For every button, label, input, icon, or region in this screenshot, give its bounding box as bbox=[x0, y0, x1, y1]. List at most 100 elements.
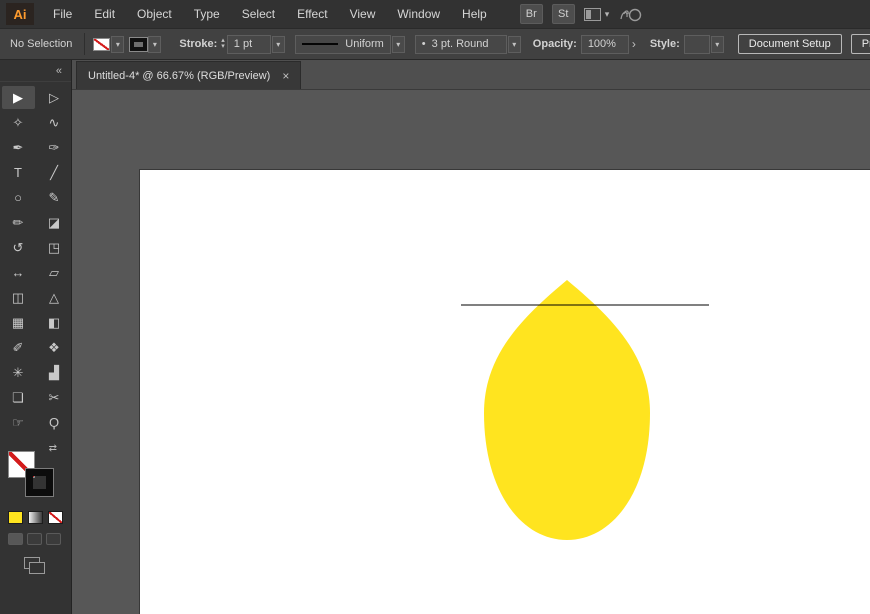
pen-tool[interactable]: ✒ bbox=[2, 136, 35, 159]
menu-effect[interactable]: Effect bbox=[286, 0, 338, 28]
chevron-down-icon: ▾ bbox=[604, 8, 610, 19]
direct-selection-tool[interactable]: ▷ bbox=[38, 86, 71, 109]
width-tool[interactable]: ↔ bbox=[2, 261, 35, 284]
close-tab-icon[interactable]: × bbox=[282, 69, 289, 83]
canvas-area[interactable] bbox=[72, 90, 870, 614]
eyedropper-tool[interactable]: ✐ bbox=[2, 336, 35, 359]
hand-tool[interactable]: ☞ bbox=[2, 411, 35, 434]
menu-edit[interactable]: Edit bbox=[83, 0, 126, 28]
opacity-field[interactable]: 100% bbox=[580, 34, 629, 54]
none-button[interactable] bbox=[48, 511, 63, 524]
type-tool[interactable]: T bbox=[2, 161, 35, 184]
screen-mode-button[interactable] bbox=[24, 557, 45, 574]
draw-inside-button[interactable] bbox=[46, 533, 61, 545]
symbol-sprayer-tool[interactable]: ✳ bbox=[2, 361, 35, 384]
stroke-weight-dropdown[interactable]: ▾ bbox=[271, 35, 285, 53]
gradient-button[interactable] bbox=[28, 511, 43, 524]
fill-stroke-indicator: ⇄ bbox=[8, 443, 71, 501]
brush-definition-dropdown[interactable]: ▾ bbox=[507, 35, 521, 53]
menubar-right-cluster: Br St ▾ bbox=[519, 4, 643, 24]
brush-definition-field[interactable]: • 3 pt. Round bbox=[414, 34, 507, 54]
yellow-leaf-shape[interactable] bbox=[484, 280, 650, 540]
style-dropdown[interactable]: ▾ bbox=[710, 35, 724, 53]
menu-file[interactable]: File bbox=[42, 0, 83, 28]
color-button[interactable] bbox=[8, 511, 23, 524]
shape-builder-tool[interactable]: ◫ bbox=[2, 286, 35, 309]
stroke-color-dropdown[interactable]: ▾ bbox=[129, 35, 162, 53]
menu-window[interactable]: Window bbox=[386, 0, 451, 28]
stroke-label: Stroke: bbox=[179, 38, 218, 50]
menu-object[interactable]: Object bbox=[126, 0, 183, 28]
toolbar-collapse-row: « bbox=[0, 60, 71, 82]
paintbrush-tool[interactable]: ✎ bbox=[38, 186, 71, 209]
perspective-grid-tool[interactable]: △ bbox=[38, 286, 71, 309]
menu-items: File Edit Object Type Select Effect View Window… bbox=[42, 0, 498, 28]
document-tab-strip: Untitled-4* @ 66.67% (RGB/Preview) × bbox=[72, 60, 870, 90]
menu-select[interactable]: Select bbox=[231, 0, 286, 28]
document-tab[interactable]: Untitled-4* @ 66.67% (RGB/Preview) × bbox=[76, 61, 302, 89]
blend-tool[interactable]: ❖ bbox=[38, 336, 71, 359]
swap-fill-stroke-icon[interactable]: ⇄ bbox=[49, 443, 57, 454]
stepper-down-icon[interactable]: ▾ bbox=[221, 43, 225, 50]
free-transform-tool[interactable]: ▱ bbox=[38, 261, 71, 284]
opacity-label: Opacity: bbox=[532, 38, 577, 50]
mesh-tool[interactable]: ▦ bbox=[2, 311, 35, 334]
width-profile-dropdown[interactable]: ▾ bbox=[391, 35, 405, 53]
menu-view[interactable]: View bbox=[339, 0, 387, 28]
ellipse-tool[interactable]: ○ bbox=[2, 186, 35, 209]
rotate-tool[interactable]: ↺ bbox=[2, 236, 35, 259]
scale-tool[interactable]: ◳ bbox=[38, 236, 71, 259]
stroke-weight-value: 1 pt bbox=[233, 38, 253, 50]
stroke-profile-line bbox=[301, 43, 339, 45]
menu-bar: Ai File Edit Object Type Select Effect View Win… bbox=[0, 0, 870, 28]
width-profile-field[interactable]: Uniform bbox=[294, 34, 391, 54]
draw-behind-button[interactable] bbox=[27, 533, 42, 545]
stroke-weight-field[interactable]: 1 pt bbox=[226, 34, 271, 54]
artwork-layer bbox=[461, 280, 709, 540]
main-area: « ▶ ▷ ✧ ∿ ✒ ✑ T ╱ ○ ✎ ✏ ◪ ↺ ◳ ↔ ▱ ◫ △ ▦ ◧ ✐ ❖ ✳ ▟ ❏ ✂ ☞ Ϙ ⇄ Untitle… bbox=[0, 60, 870, 614]
control-bar: No Selection ▾ ▾ Stroke: ▴ ▾ 1 pt ▾ Unif… bbox=[0, 28, 870, 60]
stroke-weight-stepper[interactable]: ▴ ▾ bbox=[221, 37, 225, 50]
draw-normal-button[interactable] bbox=[8, 533, 23, 545]
drawing-modes-row bbox=[0, 524, 71, 545]
document-area: Untitled-4* @ 66.67% (RGB/Preview) × bbox=[72, 60, 870, 614]
style-field[interactable] bbox=[683, 34, 710, 54]
selection-tool[interactable]: ▶ bbox=[1, 86, 35, 109]
selection-status: No Selection bbox=[10, 38, 73, 50]
slice-tool[interactable]: ✂ bbox=[38, 386, 71, 409]
eraser-tool[interactable]: ◪ bbox=[38, 211, 71, 234]
document-setup-button[interactable]: Document Setup bbox=[737, 34, 842, 54]
line-segment-tool[interactable]: ╱ bbox=[38, 161, 71, 184]
preferences-button[interactable]: Preferences bbox=[850, 34, 870, 54]
zoom-tool[interactable]: Ϙ bbox=[38, 411, 71, 434]
chevron-down-icon[interactable]: ▾ bbox=[111, 35, 125, 53]
style-label: Style: bbox=[649, 38, 680, 50]
workspace-switcher[interactable]: ▾ bbox=[583, 7, 610, 21]
fill-color-dropdown[interactable]: ▾ bbox=[93, 35, 125, 53]
color-mode-row bbox=[0, 501, 71, 524]
menu-type[interactable]: Type bbox=[183, 0, 231, 28]
brush-dot-icon: • bbox=[421, 38, 426, 50]
lasso-tool[interactable]: ∿ bbox=[38, 111, 71, 134]
artboard-tool[interactable]: ❏ bbox=[2, 386, 35, 409]
tools-grid: ▶ ▷ ✧ ∿ ✒ ✑ T ╱ ○ ✎ ✏ ◪ ↺ ◳ ↔ ▱ ◫ △ ▦ ◧ ✐ ❖ ✳ ▟ ❏ ✂ ☞ Ϙ bbox=[0, 82, 71, 435]
stroke-swatch[interactable] bbox=[25, 468, 54, 497]
workspace-layout-icon bbox=[583, 7, 601, 21]
illustrator-logo: Ai bbox=[6, 3, 34, 25]
bridge-button[interactable]: Br bbox=[519, 4, 543, 24]
gradient-tool[interactable]: ◧ bbox=[38, 311, 71, 334]
curvature-tool[interactable]: ✑ bbox=[38, 136, 71, 159]
fill-none-swatch bbox=[93, 37, 111, 51]
cs-live-icon[interactable] bbox=[618, 6, 642, 23]
stock-button[interactable]: St bbox=[551, 4, 575, 24]
collapse-panel-icon[interactable]: « bbox=[56, 65, 62, 77]
menu-help[interactable]: Help bbox=[451, 0, 498, 28]
magic-wand-tool[interactable]: ✧ bbox=[2, 111, 35, 134]
pencil-tool[interactable]: ✏ bbox=[2, 211, 35, 234]
tools-panel: « ▶ ▷ ✧ ∿ ✒ ✑ T ╱ ○ ✎ ✏ ◪ ↺ ◳ ↔ ▱ ◫ △ ▦ ◧ ✐ ❖ ✳ ▟ ❏ ✂ ☞ Ϙ ⇄ bbox=[0, 60, 72, 614]
chevron-down-icon[interactable]: ▾ bbox=[148, 35, 162, 53]
column-graph-tool[interactable]: ▟ bbox=[38, 361, 71, 384]
opacity-flyout-icon[interactable]: › bbox=[632, 37, 636, 51]
opacity-value: 100% bbox=[587, 38, 616, 50]
divider bbox=[84, 33, 86, 55]
